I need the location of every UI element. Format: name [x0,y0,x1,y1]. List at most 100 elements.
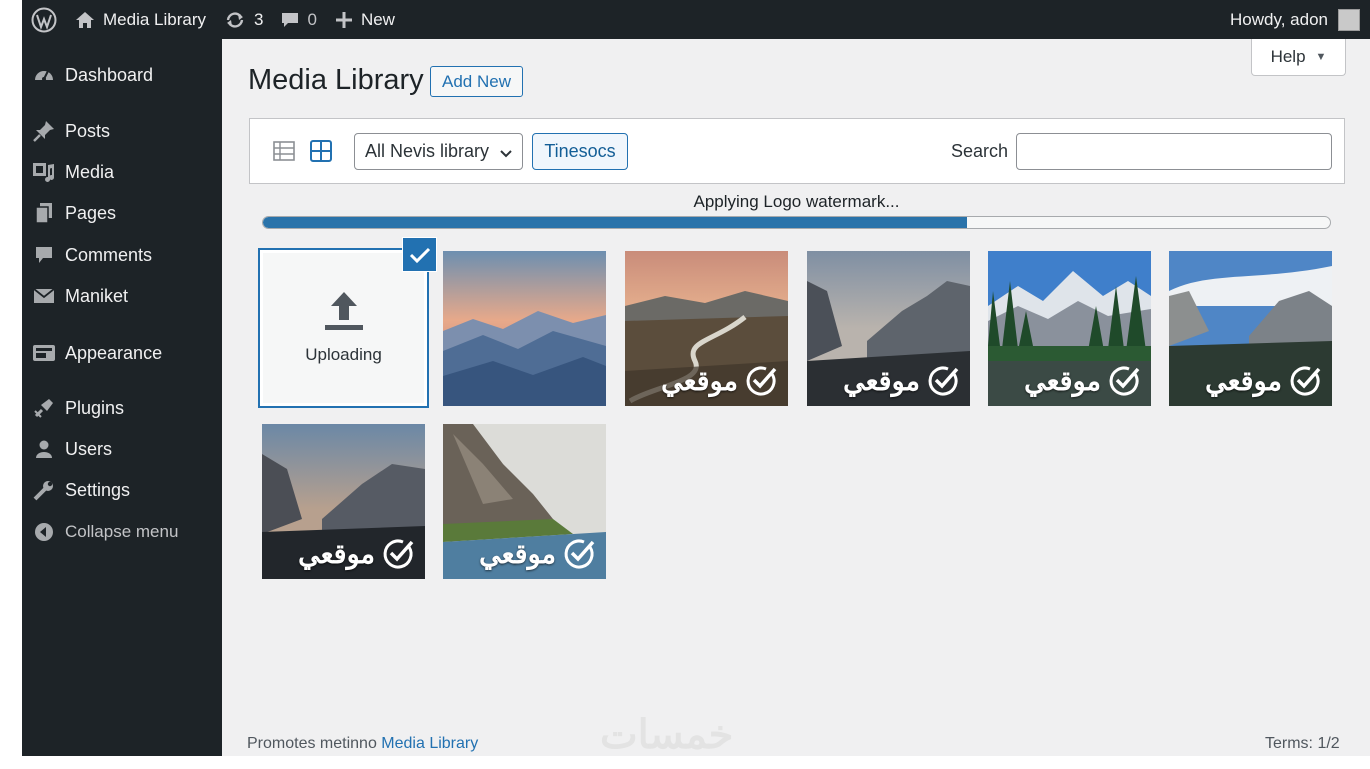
sidebar-item-marketing[interactable]: Maniket [22,279,222,313]
watermark-text: موقعي [298,538,375,569]
sidebar-item-comments[interactable]: Comments [22,238,222,272]
comments-menu[interactable]: 0 [272,0,325,39]
sidebar-item-label: Media [65,161,115,182]
watermark-text: موقعي [479,538,556,569]
sidebar-item-label: Users [65,438,113,459]
site-name: Media Library [103,9,206,29]
comments-count: 0 [307,9,317,29]
chevron-down-icon [499,145,513,166]
watermark: موقعي [1024,364,1141,398]
sidebar-item-label: Settings [65,479,131,500]
sidebar-item-pages[interactable]: Pages [22,196,222,230]
dashboard-icon [22,65,65,85]
upload-icon [323,290,365,337]
filter-value: All Nevis library [365,141,490,161]
sidebar-item-label: Collapse menu [65,522,179,541]
footer-link[interactable]: Media Library [381,735,478,752]
watermark: موقعي [298,537,415,571]
comment-icon [22,245,65,265]
pin-icon [22,120,65,142]
updates-icon [224,11,246,29]
sidebar-item-settings[interactable]: Settings [22,473,222,507]
updates-count: 3 [254,9,264,29]
footer-prefix: Promotes metinno [247,735,377,752]
media-item[interactable]: موقعي [807,251,970,406]
watermark-text: موقعي [661,365,738,396]
home-icon [75,11,95,29]
search-input[interactable] [1016,133,1332,170]
media-item[interactable]: موقعي [443,424,606,579]
collapse-menu-button[interactable]: Collapse menu [22,515,222,549]
sidebar-item-appearance[interactable]: Appearance [22,336,222,370]
plugin-icon [22,397,65,419]
pages-icon [22,202,65,224]
avatar [1338,8,1360,31]
updates-menu[interactable]: 3 [215,0,272,39]
admin-bar: Media Library 3 0 New Howdy, adon [22,0,1370,39]
wordpress-icon [31,7,57,33]
media-item[interactable]: موقعي [1169,251,1332,406]
check-circle-icon [744,364,778,398]
grid-view-icon[interactable] [309,139,333,163]
check-circle-icon [562,537,596,571]
progress-fill [263,217,968,228]
comment-icon [281,11,299,29]
wp-logo-menu[interactable] [22,0,66,39]
envelope-icon [22,288,65,304]
footer-text: Promotes metinno Media Library [247,735,478,753]
help-label: Help [1270,47,1306,66]
progress-label: Applying Logo watermark... [693,192,900,211]
watermark: موقعي [479,537,596,571]
new-label: New [360,9,395,29]
wrench-icon [22,479,65,501]
sidebar-item-label: Comments [65,244,153,265]
sidebar-item-label: Posts [65,120,111,141]
new-content-menu[interactable]: New [326,0,404,39]
uploading-label: Uploading [305,345,382,364]
site-watermark-logo: خمسات [600,713,734,757]
media-item[interactable]: موقعي [262,424,425,579]
sidebar-item-users[interactable]: Users [22,432,222,466]
filter-button[interactable]: Tinesocs [532,133,628,170]
thumbnail-image [443,251,606,406]
watermark: موقعي [1205,364,1322,398]
sidebar-item-label: Pages [65,202,117,223]
selected-check-icon[interactable] [403,238,436,271]
site-name-menu[interactable]: Media Library [66,0,215,39]
sidebar-item-dashboard[interactable]: Dashboard [22,58,222,92]
sidebar-item-media[interactable]: Media [22,155,222,189]
watermark-text: موقعي [843,365,920,396]
check-circle-icon [926,364,960,398]
sidebar-item-posts[interactable]: Posts [22,114,222,148]
list-view-icon[interactable] [272,139,296,163]
page-title: Media Library [248,64,424,96]
account-menu[interactable]: Howdy, adon [1221,0,1370,39]
watermark-text: موقعي [1205,365,1282,396]
sidebar-item-label: Plugins [65,397,125,418]
sidebar-item-label: Maniket [65,285,129,306]
plus-icon [335,11,353,29]
progress-bar [262,216,1331,229]
search-label: Search [951,141,1009,161]
check-circle-icon [1288,364,1322,398]
check-circle-icon [381,537,415,571]
media-type-filter[interactable]: All Nevis library [354,133,523,170]
watermark: موقعي [661,364,778,398]
caret-down-icon: ▼ [1315,51,1327,63]
sidebar-item-plugins[interactable]: Plugins [22,391,222,425]
add-new-button[interactable]: Add New [430,66,523,97]
media-icon [22,161,65,183]
media-item[interactable]: موقعي [988,251,1151,406]
check-circle-icon [1107,364,1141,398]
watermark: موقعي [843,364,960,398]
sidebar-item-label: Appearance [65,342,163,363]
media-item[interactable] [443,251,606,406]
user-icon [22,439,65,459]
media-item[interactable]: موقعي [625,251,788,406]
collapse-icon [22,522,65,542]
media-toolbar: All Nevis library Tinesocs Search [249,118,1345,184]
uploading-tile[interactable]: Uploading [258,248,429,408]
help-tab[interactable]: Help ▼ [1251,39,1346,76]
footer-terms: Terms: 1/2 [1265,735,1340,752]
appearance-icon [22,343,65,363]
